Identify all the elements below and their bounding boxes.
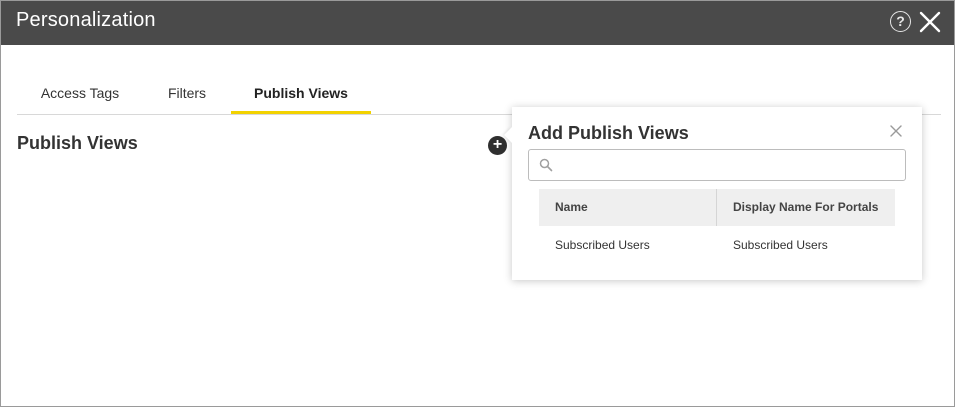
tab-filters[interactable]: Filters xyxy=(143,73,231,114)
search-box xyxy=(528,149,906,181)
tab-publish-views[interactable]: Publish Views xyxy=(231,73,371,114)
close-icon[interactable] xyxy=(917,9,943,35)
title-bar: Personalization ? xyxy=(1,1,954,45)
table-header: Name Display Name For Portals xyxy=(539,189,895,226)
help-icon[interactable]: ? xyxy=(890,11,911,32)
popover-pointer xyxy=(504,127,512,143)
cell-name: Subscribed Users xyxy=(555,238,650,252)
table-row[interactable]: Subscribed Users Subscribed Users xyxy=(539,226,895,264)
search-icon xyxy=(539,158,553,172)
dialog-title: Personalization xyxy=(16,9,156,31)
add-publish-views-popover: Add Publish Views Name Display Name For … xyxy=(504,107,922,280)
cell-display-name: Subscribed Users xyxy=(733,238,828,252)
section-title: Publish Views xyxy=(17,133,138,153)
column-header-display-name[interactable]: Display Name For Portals xyxy=(717,189,895,226)
tab-access-tags[interactable]: Access Tags xyxy=(17,73,143,114)
popover-close-icon[interactable] xyxy=(890,125,902,137)
search-input[interactable] xyxy=(559,150,899,180)
column-header-name[interactable]: Name xyxy=(539,189,717,226)
popover-title: Add Publish Views xyxy=(528,123,689,143)
personalization-dialog: Personalization ? Access Tags Filters Pu… xyxy=(0,0,955,407)
publish-views-table: Name Display Name For Portals Subscribed… xyxy=(539,189,895,264)
